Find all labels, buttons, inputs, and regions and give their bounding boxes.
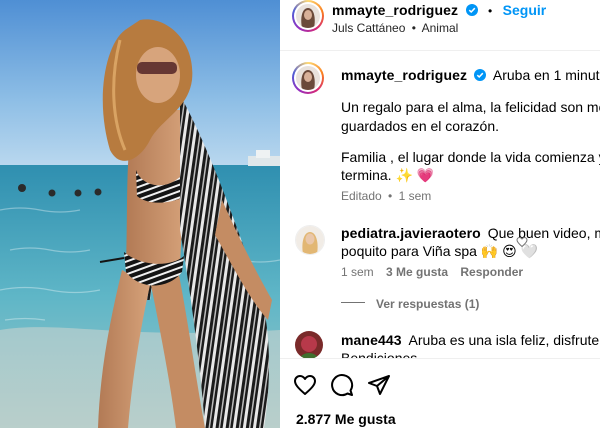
comment-like-heart-icon[interactable] bbox=[516, 236, 528, 248]
share-icon[interactable] bbox=[367, 373, 391, 397]
avatar-photo-icon bbox=[296, 226, 324, 254]
commenter-avatar[interactable] bbox=[295, 225, 325, 255]
verified-badge-icon bbox=[473, 69, 486, 81]
comment-text-2: poquito para Viña spa 🙌 😍 🤍 bbox=[341, 243, 539, 259]
avatar-photo-icon bbox=[295, 331, 323, 359]
post-header: mmayte_rodriguez • Seguir Juls Cattáneo … bbox=[280, 0, 600, 51]
audio-artist: Juls Cattáneo bbox=[332, 21, 406, 35]
post-actions: 2.877 Me gusta bbox=[280, 358, 600, 428]
audio-separator: • bbox=[411, 21, 416, 35]
follow-button[interactable]: Seguir bbox=[503, 2, 547, 18]
edited-label: Editado bbox=[341, 189, 382, 203]
comment-icon[interactable] bbox=[330, 373, 354, 397]
caption-line-5: termina. ✨ 💗 bbox=[341, 167, 435, 183]
comment-meta: 1 sem 3 Me gusta Responder bbox=[341, 265, 523, 279]
caption-time: 1 sem bbox=[398, 189, 432, 203]
post-media[interactable] bbox=[0, 0, 280, 428]
caption-line-4: Familia , el lugar donde la vida comienz… bbox=[341, 149, 600, 165]
view-replies-button[interactable]: Ver respuestas (1) bbox=[376, 297, 479, 311]
post-panel: mmayte_rodriguez • Seguir Juls Cattáneo … bbox=[280, 0, 600, 428]
beach-photo bbox=[0, 0, 280, 428]
replies-divider bbox=[341, 302, 365, 303]
verified-badge-icon bbox=[465, 4, 478, 16]
author-avatar[interactable] bbox=[292, 0, 324, 32]
author-username[interactable]: mmayte_rodriguez bbox=[332, 2, 458, 18]
commenter-avatar[interactable] bbox=[295, 331, 323, 359]
comment-text-1: Aruba es una isla feliz, disfruten al m bbox=[408, 332, 600, 348]
caption-line-2: Un regalo para el alma, la felicidad son… bbox=[341, 99, 600, 115]
avatar-photo-icon bbox=[296, 4, 320, 28]
header-separator: • bbox=[488, 4, 493, 18]
heart-icon[interactable] bbox=[293, 373, 317, 397]
caption-line-3: guardados en el corazón. bbox=[341, 118, 499, 134]
commenter-username[interactable]: mane443 bbox=[341, 332, 402, 348]
commenter-username[interactable]: pediatra.javieraotero bbox=[341, 225, 481, 241]
reply-button[interactable]: Responder bbox=[460, 265, 523, 279]
avatar-photo-icon bbox=[296, 66, 320, 90]
comment-text-1: Que buen video, me lo g bbox=[487, 225, 600, 241]
comment-time: 1 sem bbox=[341, 265, 374, 279]
audio-title: Animal bbox=[421, 21, 459, 35]
comment-likes-link[interactable]: 3 Me gusta bbox=[386, 265, 448, 279]
caption-username[interactable]: mmayte_rodriguez bbox=[341, 67, 467, 83]
caption-line-1: Aruba en 1 minuto. bbox=[492, 67, 600, 83]
caption-avatar[interactable] bbox=[292, 62, 324, 94]
likes-count[interactable]: 2.877 Me gusta bbox=[296, 411, 396, 427]
meta-separator: • bbox=[388, 189, 393, 203]
audio-info[interactable]: Juls Cattáneo • Animal bbox=[332, 21, 458, 35]
caption-meta: Editado • 1 sem bbox=[341, 189, 431, 203]
